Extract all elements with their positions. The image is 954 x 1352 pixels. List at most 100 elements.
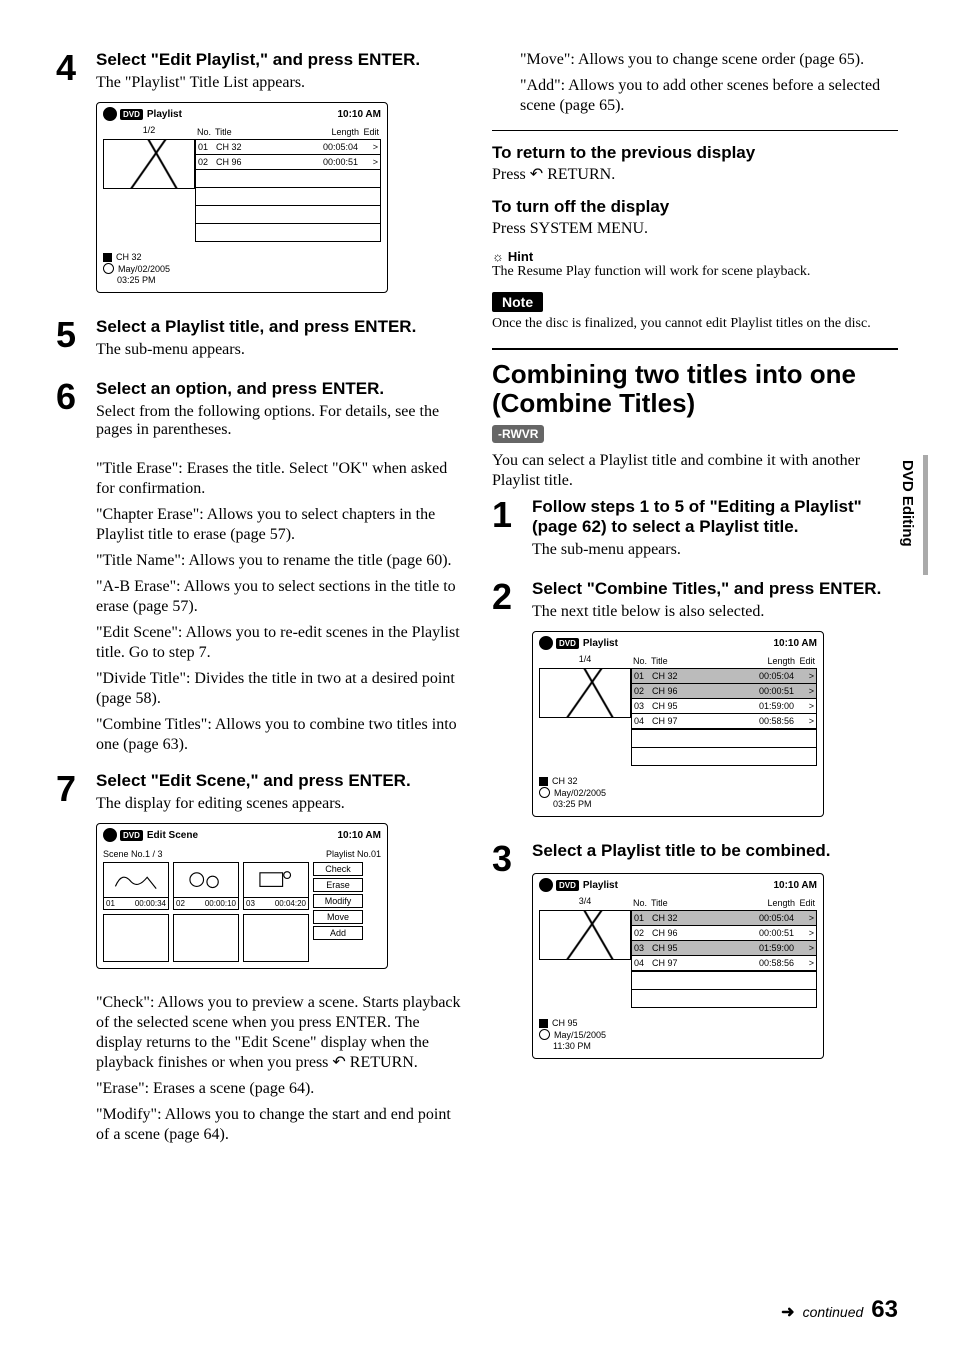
sub-heading: To return to the previous display (492, 143, 898, 163)
table-row[interactable]: 01CH 3200:05:04> (631, 910, 817, 925)
table-row (195, 205, 381, 223)
step-heading: Select "Edit Playlist," and press ENTER. (96, 50, 462, 70)
step-number: 3 (492, 841, 532, 1073)
table-header: No. Title Length Edit (631, 654, 817, 668)
scene-thumbnail-empty (103, 914, 169, 962)
step-number: 6 (56, 379, 96, 761)
step-subtext: The sub-menu appears. (96, 341, 462, 359)
disc-icon (539, 878, 553, 892)
note-text: Once the disc is finalized, you cannot e… (492, 316, 898, 332)
add-button[interactable]: Add (313, 926, 363, 940)
dvd-badge-icon: DVD (120, 109, 143, 120)
combine-ui-box: DVD Playlist 10:10 AM 3/4 No. (532, 873, 824, 1059)
clock-icon (539, 1029, 550, 1040)
dvd-badge-icon: DVD (556, 638, 579, 649)
option-text: "Combine Titles": Allows you to combine … (96, 715, 462, 755)
ui-footer: CH 32 May/02/2005 03:25 PM (533, 772, 823, 816)
step-heading: Select "Combine Titles," and press ENTER… (532, 579, 898, 599)
check-button[interactable]: Check (313, 862, 363, 876)
dvd-badge-icon: DVD (556, 880, 579, 891)
table-row[interactable]: 03CH 9501:59:00> (631, 698, 817, 713)
divider (492, 130, 898, 131)
scene-thumbnail-empty (243, 914, 309, 962)
option-text: "Move": Allows you to change scene order… (520, 50, 898, 70)
playlist-number: Playlist No.01 (326, 849, 381, 859)
table-header: No. Title Length Edit (631, 896, 817, 910)
arrow-icon: ➜ (781, 1302, 794, 1322)
section-tab-marker (923, 455, 928, 575)
table-row (195, 169, 381, 187)
sub-heading: To turn off the display (492, 197, 898, 217)
hint-text: The Resume Play function will work for s… (492, 264, 898, 280)
step-heading: Follow steps 1 to 5 of "Editing a Playli… (532, 497, 898, 537)
step-4: 4 Select "Edit Playlist," and press ENTE… (56, 50, 462, 307)
ui-title: Playlist (583, 880, 618, 891)
combine-step-1: 1 Follow steps 1 to 5 of "Editing a Play… (492, 497, 898, 569)
body-text: Press SYSTEM MENU. (492, 219, 898, 239)
scene-thumbnail[interactable]: 0100:00:34 (103, 862, 169, 910)
step-number: 2 (492, 579, 532, 831)
table-row[interactable]: 01 CH 32 00:05:04 > (195, 139, 381, 154)
step-heading: Select "Edit Scene," and press ENTER. (96, 771, 462, 791)
step-subtext: The "Playlist" Title List appears. (96, 74, 462, 92)
right-column: "Move": Allows you to change scene order… (492, 50, 898, 1328)
modify-button[interactable]: Modify (313, 894, 363, 908)
step-number: 5 (56, 317, 96, 369)
page-footer: ➜ continued 63 (781, 1296, 898, 1324)
table-row[interactable]: 03CH 9501:59:00> (631, 940, 817, 955)
scene-number: Scene No.1 / 3 (103, 849, 163, 859)
body-text: You can select a Playlist title and comb… (492, 451, 898, 491)
body-text: Press ↶ RETURN. (492, 165, 898, 185)
note-heading: Note (492, 292, 543, 312)
scene-thumbnail[interactable]: 0300:04:20 (243, 862, 309, 910)
table-row (631, 729, 817, 747)
table-row (195, 223, 381, 242)
ui-footer: CH 95 May/15/2005 11:30 PM (533, 1014, 823, 1058)
page-fraction: 3/4 (539, 896, 631, 906)
erase-button[interactable]: Erase (313, 878, 363, 892)
table-header: No. Title Length Edit (195, 125, 381, 139)
hint-heading: ☼ Hint (492, 249, 898, 264)
option-text: "Title Name": Allows you to rename the t… (96, 551, 462, 571)
move-button[interactable]: Move (313, 910, 363, 924)
step-number: 1 (492, 497, 532, 569)
title-icon (539, 1019, 548, 1028)
left-column: 4 Select "Edit Playlist," and press ENTE… (56, 50, 462, 1328)
scene-thumbnail-empty (173, 914, 239, 962)
hint-icon: ☼ (492, 249, 504, 264)
table-row[interactable]: 02CH 9600:00:51> (631, 683, 817, 698)
table-row[interactable]: 02 CH 96 00:00:51 > (195, 154, 381, 169)
title-icon (539, 777, 548, 786)
option-text: "Check": Allows you to preview a scene. … (96, 993, 462, 1073)
step-subtext: The next title below is also selected. (532, 603, 898, 621)
scene-thumbnail[interactable]: 0200:00:10 (173, 862, 239, 910)
step-subtext: The display for editing scenes appears. (96, 795, 462, 813)
step-6: 6 Select an option, and press ENTER. Sel… (56, 379, 462, 761)
page-number: 63 (871, 1296, 898, 1324)
step-5: 5 Select a Playlist title, and press ENT… (56, 317, 462, 369)
table-row[interactable]: 04CH 9700:58:56> (631, 713, 817, 729)
combine-step-2: 2 Select "Combine Titles," and press ENT… (492, 579, 898, 831)
thumbnail-image (539, 910, 631, 960)
table-row (631, 971, 817, 989)
table-row (631, 989, 817, 1008)
ui-title: Edit Scene (147, 830, 198, 841)
playlist-ui-box: DVD Playlist 10:10 AM 1/2 No. (96, 102, 388, 293)
page-fraction: 1/2 (103, 125, 195, 135)
option-text: "Edit Scene": Allows you to re-edit scen… (96, 623, 462, 663)
table-row[interactable]: 02CH 9600:00:51> (631, 925, 817, 940)
option-text: "Divide Title": Divides the title in two… (96, 669, 462, 709)
clock-icon (103, 263, 114, 274)
ui-title: Playlist (147, 109, 182, 120)
step-number: 4 (56, 50, 96, 307)
ui-clock: 10:10 AM (773, 880, 817, 891)
ui-clock: 10:10 AM (773, 638, 817, 649)
step-heading: Select a Playlist title to be combined. (532, 841, 898, 861)
ui-clock: 10:10 AM (337, 830, 381, 841)
step-7: 7 Select "Edit Scene," and press ENTER. … (56, 771, 462, 1151)
combine-step-3: 3 Select a Playlist title to be combined… (492, 841, 898, 1073)
table-row[interactable]: 01CH 3200:05:04> (631, 668, 817, 683)
option-text: "Erase": Erases a scene (page 64). (96, 1079, 462, 1099)
table-row[interactable]: 04CH 9700:58:56> (631, 955, 817, 971)
page-fraction: 1/4 (539, 654, 631, 664)
